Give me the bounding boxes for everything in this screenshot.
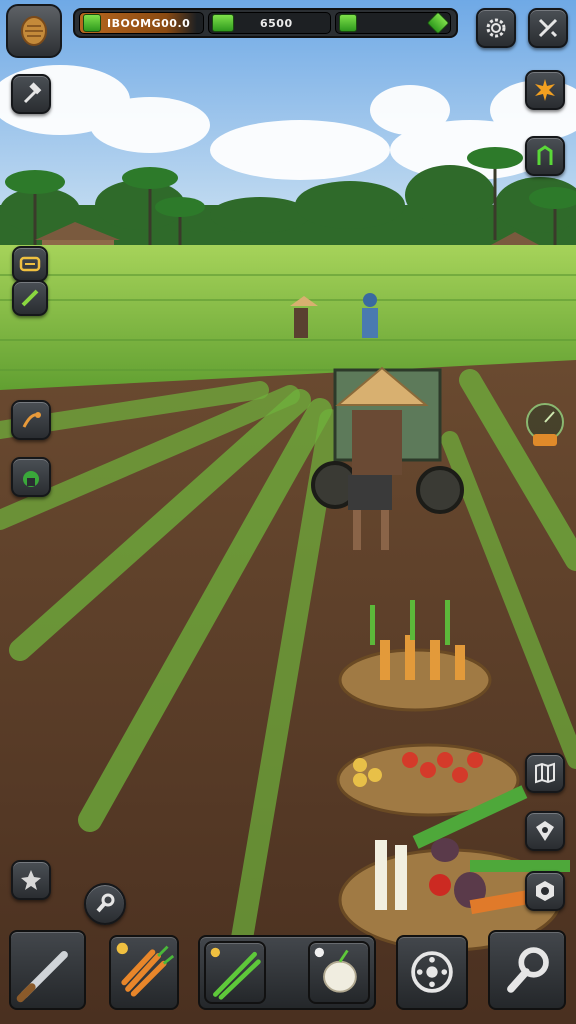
resource-bar: IBOOMG00.0 6500 bbox=[73, 8, 458, 38]
profile-badge[interactable] bbox=[6, 4, 62, 58]
diamond-icon bbox=[426, 11, 450, 35]
progress-dial[interactable] bbox=[524, 400, 566, 450]
harvest-icon bbox=[22, 412, 41, 428]
storage-button[interactable] bbox=[525, 871, 565, 911]
skill-icon bbox=[21, 870, 41, 890]
carrot-slot[interactable] bbox=[109, 935, 179, 1010]
map-icon bbox=[535, 762, 555, 784]
crossed-tools-icon bbox=[538, 18, 558, 38]
gear-icon bbox=[486, 18, 506, 38]
wrench-slot[interactable] bbox=[488, 930, 566, 1010]
shield-button[interactable] bbox=[525, 811, 565, 851]
shield-icon bbox=[536, 821, 554, 841]
carrot-bundle-icon bbox=[116, 942, 175, 997]
event-button[interactable] bbox=[525, 70, 565, 110]
resource-secondary-value: 6500 bbox=[260, 16, 293, 30]
crop-button[interactable] bbox=[525, 136, 565, 176]
green-onion-slot[interactable] bbox=[204, 941, 266, 1004]
gem-icon bbox=[83, 14, 101, 32]
harvest-button[interactable] bbox=[11, 400, 51, 440]
chat-button[interactable] bbox=[12, 246, 48, 282]
wrench-button[interactable] bbox=[84, 883, 126, 925]
leaf-icon bbox=[537, 145, 553, 165]
wheel-slot[interactable] bbox=[396, 935, 468, 1010]
wrench-icon bbox=[507, 947, 549, 993]
edit-button[interactable] bbox=[12, 280, 48, 316]
build-button[interactable] bbox=[11, 74, 51, 114]
onion-bulb-slot[interactable] bbox=[308, 941, 370, 1004]
hammer-icon bbox=[23, 82, 42, 104]
sickle-icon bbox=[16, 951, 68, 1003]
sickle-slot[interactable] bbox=[9, 930, 86, 1010]
gem-icon bbox=[339, 14, 357, 32]
map-button[interactable] bbox=[525, 753, 565, 793]
star-burst-icon bbox=[535, 79, 555, 101]
storage-icon bbox=[536, 881, 554, 901]
progress-dial-icon bbox=[526, 403, 564, 446]
settings-button[interactable] bbox=[476, 8, 516, 48]
green-onion-icon bbox=[210, 947, 261, 1000]
tools-button[interactable] bbox=[528, 8, 568, 48]
resource-secondary[interactable]: 6500 bbox=[208, 12, 331, 34]
wrench-icon bbox=[96, 893, 115, 913]
resource-primary-value: IBOOMG00.0 bbox=[107, 16, 191, 30]
wheel-icon bbox=[411, 951, 453, 993]
seed-button[interactable] bbox=[11, 457, 51, 497]
rice-seed-icon bbox=[21, 16, 47, 46]
resource-tertiary[interactable] bbox=[335, 11, 451, 35]
farm-scene bbox=[0, 0, 576, 1024]
chat-icon bbox=[19, 256, 41, 272]
seed-sprout-icon bbox=[23, 471, 39, 487]
onion-bulb-icon bbox=[314, 947, 357, 993]
skill-button[interactable] bbox=[11, 860, 51, 900]
gem-icon bbox=[212, 14, 234, 32]
pencil-icon bbox=[21, 289, 39, 307]
resource-primary[interactable]: IBOOMG00.0 bbox=[79, 12, 204, 34]
inventory-slot-group bbox=[198, 935, 376, 1010]
